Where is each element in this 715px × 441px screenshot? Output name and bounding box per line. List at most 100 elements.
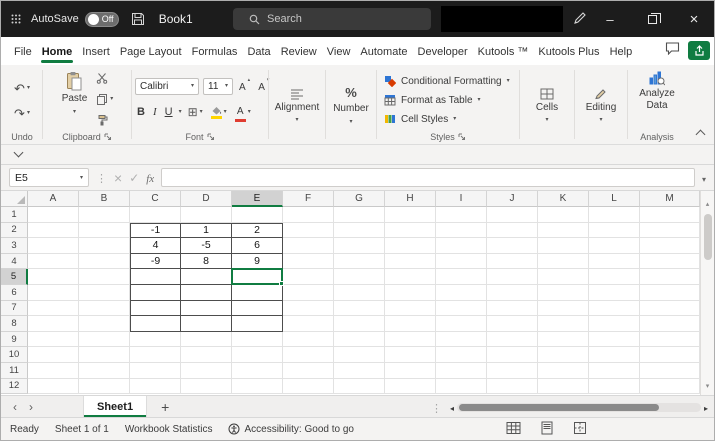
row-header-5[interactable]: 5 [1, 269, 28, 285]
editing-button[interactable]: Editing [583, 85, 620, 128]
cell-A3[interactable] [28, 238, 79, 254]
cell-K5[interactable] [538, 269, 589, 285]
normal-view-icon[interactable] [506, 421, 521, 435]
cell-G2[interactable] [334, 222, 385, 239]
cell-A11[interactable] [28, 363, 79, 379]
tab-home[interactable]: Home [37, 39, 78, 64]
row-header-1[interactable]: 1 [1, 207, 28, 223]
cell-C6[interactable] [130, 285, 181, 301]
cell-D8[interactable] [181, 316, 232, 332]
cell-A1[interactable] [28, 207, 79, 223]
cell-D7[interactable] [181, 300, 232, 317]
cell-A7[interactable] [28, 300, 79, 317]
vertical-scroll-thumb[interactable] [703, 214, 712, 260]
scroll-right-icon[interactable] [704, 398, 708, 416]
column-header-K[interactable]: K [538, 191, 589, 207]
confirm-entry-button[interactable] [129, 172, 139, 184]
italic-button[interactable]: I [151, 106, 159, 118]
cell-K8[interactable] [538, 316, 589, 332]
cell-B11[interactable] [79, 363, 130, 379]
tab-help[interactable]: Help [605, 39, 638, 64]
cell-L4[interactable] [589, 253, 640, 270]
cell-G10[interactable] [334, 347, 385, 363]
cell-M5[interactable] [640, 269, 700, 285]
cell-B5[interactable] [79, 269, 130, 285]
tab-review[interactable]: Review [276, 39, 322, 64]
cell-C3[interactable]: 4 [130, 238, 181, 254]
borders-button[interactable] [186, 102, 205, 122]
cell-C12[interactable] [130, 378, 181, 395]
row-header-6[interactable]: 6 [1, 285, 28, 301]
cell-K6[interactable] [538, 285, 589, 301]
cell-L12[interactable] [589, 378, 640, 395]
formula-input[interactable] [161, 168, 695, 187]
cell-G9[interactable] [334, 331, 385, 348]
cell-B2[interactable] [79, 222, 130, 239]
cell-L1[interactable] [589, 207, 640, 223]
cell-I11[interactable] [436, 363, 487, 379]
cell-L9[interactable] [589, 331, 640, 348]
styles-dialog-launcher[interactable] [458, 133, 466, 141]
cell-G7[interactable] [334, 300, 385, 317]
cell-E12[interactable] [232, 378, 283, 395]
cell-J1[interactable] [487, 207, 538, 223]
column-header-M[interactable]: M [640, 191, 700, 207]
underline-button[interactable]: U [163, 106, 175, 118]
number-format-button[interactable]: Number [330, 83, 372, 129]
scroll-left-icon[interactable] [450, 398, 454, 416]
paste-button[interactable]: Paste [59, 68, 91, 119]
cell-A8[interactable] [28, 316, 79, 332]
cell-H9[interactable] [385, 331, 436, 348]
cell-K11[interactable] [538, 363, 589, 379]
cell-M10[interactable] [640, 347, 700, 363]
tab-formulas[interactable]: Formulas [187, 39, 243, 64]
cell-B9[interactable] [79, 331, 130, 348]
cell-E9[interactable] [232, 331, 283, 348]
cell-A12[interactable] [28, 378, 79, 395]
cell-M7[interactable] [640, 300, 700, 317]
alignment-button[interactable]: Alignment [272, 85, 322, 128]
cell-K4[interactable] [538, 253, 589, 270]
cell-C1[interactable] [130, 207, 181, 223]
cell-A10[interactable] [28, 347, 79, 363]
expand-formula-bar-icon[interactable] [702, 169, 706, 187]
cell-D5[interactable] [181, 269, 232, 285]
font-size-combo[interactable]: 11 [203, 77, 233, 95]
cell-E11[interactable] [232, 363, 283, 379]
cell-J11[interactable] [487, 363, 538, 379]
font-color-button[interactable] [233, 101, 253, 123]
cell-I7[interactable] [436, 300, 487, 317]
cell-G4[interactable] [334, 253, 385, 270]
tab-view[interactable]: View [322, 39, 356, 64]
column-header-F[interactable]: F [283, 191, 334, 207]
row-header-7[interactable]: 7 [1, 300, 28, 317]
accessibility-status[interactable]: Accessibility: Good to go [228, 423, 354, 435]
cell-M3[interactable] [640, 238, 700, 254]
cell-H6[interactable] [385, 285, 436, 301]
prev-sheet-button[interactable] [7, 401, 23, 413]
cell-J5[interactable] [487, 269, 538, 285]
cell-M9[interactable] [640, 331, 700, 348]
cell-L10[interactable] [589, 347, 640, 363]
cell-E10[interactable] [232, 347, 283, 363]
cell-E3[interactable]: 6 [232, 238, 283, 254]
cell-C11[interactable] [130, 363, 181, 379]
tab-page-layout[interactable]: Page Layout [115, 39, 187, 64]
cancel-entry-button[interactable] [114, 171, 122, 185]
cell-M2[interactable] [640, 222, 700, 239]
cell-F6[interactable] [283, 285, 334, 301]
cell-A9[interactable] [28, 331, 79, 348]
cell-I5[interactable] [436, 269, 487, 285]
cell-J7[interactable] [487, 300, 538, 317]
row-header-9[interactable]: 9 [1, 331, 28, 348]
cell-C8[interactable] [130, 316, 181, 332]
undo-button[interactable] [12, 78, 32, 98]
horizontal-scroll-track[interactable] [457, 402, 701, 412]
cell-D12[interactable] [181, 378, 232, 395]
fill-handle[interactable] [279, 280, 284, 286]
copy-button[interactable] [94, 89, 115, 109]
cell-F8[interactable] [283, 316, 334, 332]
cell-I1[interactable] [436, 207, 487, 223]
row-header-4[interactable]: 4 [1, 253, 28, 270]
cell-F2[interactable] [283, 222, 334, 239]
